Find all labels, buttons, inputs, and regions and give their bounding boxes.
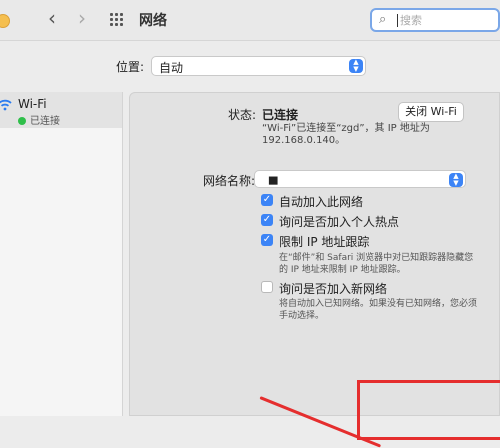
search-icon: ⌕ xyxy=(379,12,387,27)
ask-hotspot-label: 询问是否加入个人热点 xyxy=(279,215,400,229)
sidebar-item-status-text: 已连接 xyxy=(30,116,60,127)
turn-off-wifi-button[interactable]: 关闭 Wi-Fi xyxy=(398,102,464,122)
status-value: 已连接 xyxy=(262,108,299,122)
stepper-icon: ▲ ▼ xyxy=(349,59,363,73)
sidebar-item-status: 已连接 xyxy=(18,112,60,127)
ask-hotspot-checkbox[interactable]: ✓ xyxy=(261,214,273,226)
sidebar-item-wifi[interactable]: Wi-Fi 已连接 xyxy=(0,92,122,128)
annotation-box xyxy=(357,380,500,440)
status-label: 状态: xyxy=(228,108,257,122)
chevron-right-icon[interactable]: › xyxy=(78,8,86,28)
text-cursor xyxy=(397,14,398,27)
titlebar: ‹ › 网络 ⌕ xyxy=(0,0,500,41)
limit-ip-label: 限制 IP 地址跟踪 xyxy=(279,235,370,249)
status-description: “Wi-Fi”已连接至“zgd”，其 IP 地址为 192.168.0.140。 xyxy=(262,123,430,146)
search-input[interactable] xyxy=(400,12,495,28)
network-name-value: ▅ xyxy=(269,172,278,185)
ask-new-network-checkbox[interactable] xyxy=(261,281,273,293)
ask-new-network-label: 询问是否加入新网络 xyxy=(279,282,388,296)
network-name-label: 网络名称: xyxy=(203,174,256,188)
wifi-icon xyxy=(0,99,12,111)
auto-join-label: 自动加入此网络 xyxy=(279,195,364,209)
sidebar-item-label: Wi-Fi xyxy=(18,97,47,111)
chevron-left-icon[interactable]: ‹ xyxy=(48,8,56,28)
ask-new-network-note: 将自动加入已知网络。如果没有已知网络，您必须手动选择。 xyxy=(279,299,478,321)
stepper-icon: ▲ ▼ xyxy=(449,173,463,187)
sidebar: Wi-Fi 已连接 xyxy=(0,92,123,416)
location-select[interactable]: 自动 ▲ ▼ xyxy=(151,56,366,76)
network-name-select[interactable]: ▅ ▲ ▼ xyxy=(254,170,466,188)
limit-ip-note: 在“邮件”和 Safari 浏览器中对已知跟踪器隐藏您的 IP 地址来限制 IP… xyxy=(279,253,474,275)
status-dot-icon xyxy=(18,117,26,125)
location-label: 位置: xyxy=(116,60,145,74)
location-value: 自动 xyxy=(159,61,184,75)
auto-join-checkbox[interactable]: ✓ xyxy=(261,194,273,206)
minimize-button[interactable] xyxy=(0,14,10,28)
window-title: 网络 xyxy=(139,13,167,29)
search-field[interactable]: ⌕ xyxy=(370,8,500,32)
limit-ip-checkbox[interactable]: ✓ xyxy=(261,234,273,246)
grid-icon[interactable] xyxy=(110,13,125,28)
